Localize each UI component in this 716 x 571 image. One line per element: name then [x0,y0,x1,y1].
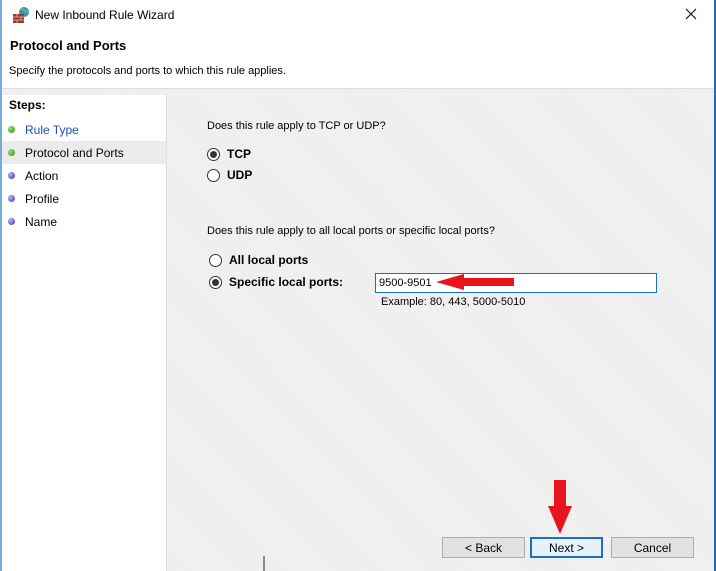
step-complete-icon [8,126,15,133]
step-pending-icon [8,195,15,202]
back-button[interactable]: < Back [442,537,525,558]
firewall-globe-icon [12,6,30,24]
page-title: Protocol and Ports [10,38,127,53]
step-label: Rule Type [25,122,79,137]
radio-label: All local ports [229,253,309,267]
protocol-question: Does this rule apply to TCP or UDP? [207,120,386,132]
content-panel: Does this rule apply to TCP or UDP? TCP … [170,95,714,571]
page-description: Specify the protocols and ports to which… [9,65,286,77]
step-profile: Profile [2,187,166,210]
steps-list: Rule Type Protocol and Ports Action Prof… [2,118,166,233]
step-label: Profile [25,191,60,206]
red-arrow-left-icon [436,274,516,293]
radio-label: UDP [227,168,253,182]
step-protocol-and-ports: Protocol and Ports [2,141,166,164]
window-title: New Inbound Rule Wizard [35,8,175,22]
cancel-button[interactable]: Cancel [611,537,694,558]
specific-ports-input[interactable] [375,273,657,293]
title-bar[interactable]: New Inbound Rule Wizard [2,0,714,30]
steps-panel: Steps: Rule Type Protocol and Ports Acti… [2,95,167,571]
step-name: Name [2,210,166,233]
radio-udp[interactable]: UDP [207,168,252,182]
step-label: Action [25,168,59,183]
radio-button-checked[interactable] [209,275,222,289]
step-pending-icon [8,172,15,179]
step-pending-icon [8,218,15,225]
radio-label: Specific local ports: [229,275,344,289]
ports-example-hint: Example: 80, 443, 5000-5010 [381,296,526,308]
header-divider [2,88,714,89]
red-arrow-down-icon [548,480,572,537]
radio-button[interactable] [209,253,222,267]
step-complete-icon [8,149,15,156]
radio-specific-local-ports[interactable]: Specific local ports: [209,275,343,289]
radio-all-local-ports[interactable]: All local ports [209,253,308,267]
ports-question: Does this rule apply to all local ports … [207,225,495,237]
step-label: Name [25,214,58,229]
steps-heading: Steps: [9,98,46,112]
step-rule-type[interactable]: Rule Type [2,118,166,141]
resize-grip [263,556,265,571]
close-icon [685,8,697,23]
radio-button-checked[interactable] [207,147,220,161]
step-action: Action [2,164,166,187]
radio-label: TCP [227,147,251,161]
wizard-window: New Inbound Rule Wizard Protocol and Por… [0,0,716,571]
radio-button[interactable] [207,168,220,182]
radio-tcp[interactable]: TCP [207,147,251,161]
close-button[interactable] [676,2,706,28]
step-label: Protocol and Ports [25,145,124,160]
next-button[interactable]: Next > [530,537,603,558]
